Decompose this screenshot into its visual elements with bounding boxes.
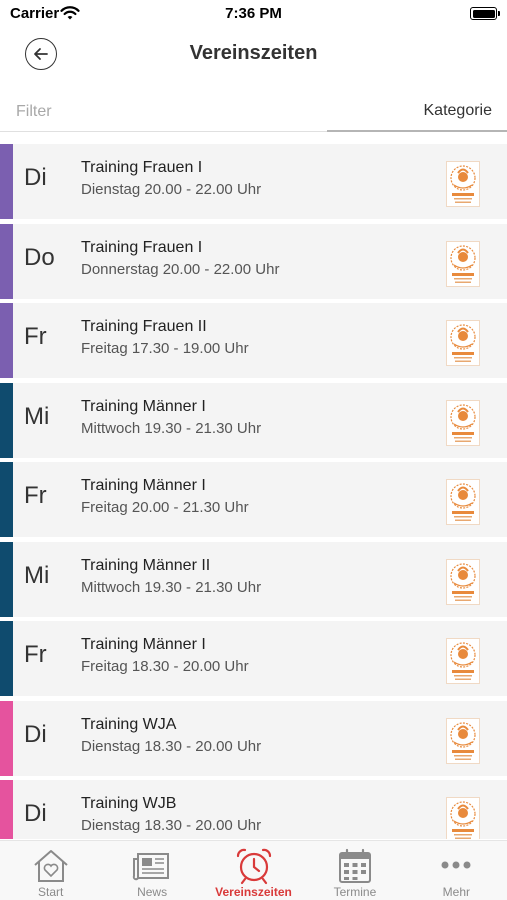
category-color-bar <box>0 700 13 776</box>
club-logo-icon <box>446 558 480 605</box>
entry-time: Dienstag 20.00 - 22.00 Uhr <box>81 181 262 198</box>
entry-title: Training Männer II <box>81 556 211 574</box>
category-color-bar <box>0 223 13 299</box>
calendar-icon <box>338 848 371 883</box>
status-bar: Carrier 7:36 PM <box>0 0 507 28</box>
day-abbreviation: Fr <box>24 641 47 668</box>
entry-time: Dienstag 18.30 - 20.00 Uhr <box>81 817 262 834</box>
tab-vereinszeiten[interactable]: Vereinszeiten <box>203 841 304 900</box>
club-logo-icon <box>446 797 480 839</box>
club-logo-icon <box>446 320 480 366</box>
tab-label: Vereinszeiten <box>215 885 292 899</box>
schedule-item[interactable]: Di Training Frauen I Dienstag 20.00 - 22… <box>0 144 507 219</box>
schedule-item[interactable]: Fr Training Männer I Freitag 18.30 - 20.… <box>0 621 507 696</box>
entry-time: Freitag 20.00 - 21.30 Uhr <box>81 499 249 516</box>
club-logo-icon <box>446 399 480 446</box>
entry-title: Training Männer I <box>81 636 206 653</box>
entry-title: Training Frauen I <box>81 159 203 176</box>
tab-label: News <box>137 885 168 899</box>
schedule-item[interactable]: Di Training WJB Dienstag 18.30 - 20.00 U… <box>0 780 507 839</box>
category-color-bar <box>0 780 13 839</box>
entry-title: Training WJB <box>81 795 177 812</box>
schedule-item[interactable]: Mi Training Männer II Mittwoch 19.30 - 2… <box>0 541 507 617</box>
house-heart-icon <box>34 850 68 882</box>
club-logo-icon <box>446 240 480 287</box>
page-title: Vereinszeiten <box>189 42 318 64</box>
entry-title: Training Frauen II <box>81 318 207 335</box>
category-color-bar <box>0 303 13 378</box>
entry-time: Mittwoch 19.30 - 21.30 Uhr <box>81 578 262 596</box>
entry-title: Training WJA <box>81 715 177 733</box>
entry-time: Dienstag 18.30 - 20.00 Uhr <box>81 737 262 755</box>
schedule-item[interactable]: Mi Training Männer I Mittwoch 19.30 - 21… <box>0 382 507 458</box>
tab-label: Start <box>38 885 64 899</box>
club-logo-icon <box>446 161 480 207</box>
clock-time: 7:36 PM <box>225 5 282 22</box>
entry-title: Training Männer I <box>81 477 206 494</box>
tab-start[interactable]: Start <box>0 841 101 900</box>
entry-time: Freitag 18.30 - 20.00 Uhr <box>81 658 249 675</box>
tab-termine[interactable]: Termine <box>304 841 405 900</box>
day-abbreviation: Di <box>24 164 47 191</box>
entry-time: Mittwoch 19.30 - 21.30 Uhr <box>81 419 262 437</box>
battery-icon <box>470 7 500 20</box>
club-logo-icon <box>446 717 480 764</box>
day-abbreviation: Mi <box>24 561 50 589</box>
day-abbreviation: Do <box>24 243 55 271</box>
day-abbreviation: Mi <box>24 402 50 430</box>
category-button[interactable]: Kategorie <box>327 92 507 132</box>
schedule-list: Di Training Frauen I Dienstag 20.00 - 22… <box>0 144 507 839</box>
category-color-bar <box>0 462 13 537</box>
tab-bar: Start News Vereinszeiten Termine Mehr <box>0 840 507 900</box>
filter-row: Kategorie <box>0 92 507 132</box>
tab-mehr[interactable]: Mehr <box>406 841 507 900</box>
tab-label: Mehr <box>442 885 470 899</box>
day-abbreviation: Fr <box>24 482 47 509</box>
entry-title: Training Männer I <box>81 397 206 415</box>
club-logo-icon <box>446 479 480 525</box>
schedule-item[interactable]: Fr Training Männer I Freitag 20.00 - 21.… <box>0 462 507 537</box>
category-color-bar <box>0 144 13 219</box>
schedule-item[interactable]: Do Training Frauen I Donnerstag 20.00 - … <box>0 223 507 299</box>
day-abbreviation: Di <box>24 720 47 748</box>
newspaper-icon <box>132 853 170 881</box>
more-dots-icon <box>441 861 471 869</box>
entry-title: Training Frauen I <box>81 238 203 256</box>
entry-time: Donnerstag 20.00 - 22.00 Uhr <box>81 260 280 278</box>
day-abbreviation: Fr <box>24 323 47 350</box>
schedule-item[interactable]: Fr Training Frauen II Freitag 17.30 - 19… <box>0 303 507 378</box>
category-color-bar <box>0 621 13 696</box>
club-logo-icon <box>446 638 480 684</box>
tab-news[interactable]: News <box>101 841 202 900</box>
category-color-bar <box>0 382 13 458</box>
entry-time: Freitag 17.30 - 19.00 Uhr <box>81 340 249 357</box>
day-abbreviation: Di <box>24 800 47 827</box>
category-color-bar <box>0 541 13 617</box>
filter-input[interactable] <box>0 92 330 132</box>
tab-label: Termine <box>333 885 377 899</box>
alarm-clock-icon <box>236 848 271 885</box>
schedule-item[interactable]: Di Training WJA Dienstag 18.30 - 20.00 U… <box>0 700 507 776</box>
nav-header: Vereinszeiten <box>0 28 507 84</box>
